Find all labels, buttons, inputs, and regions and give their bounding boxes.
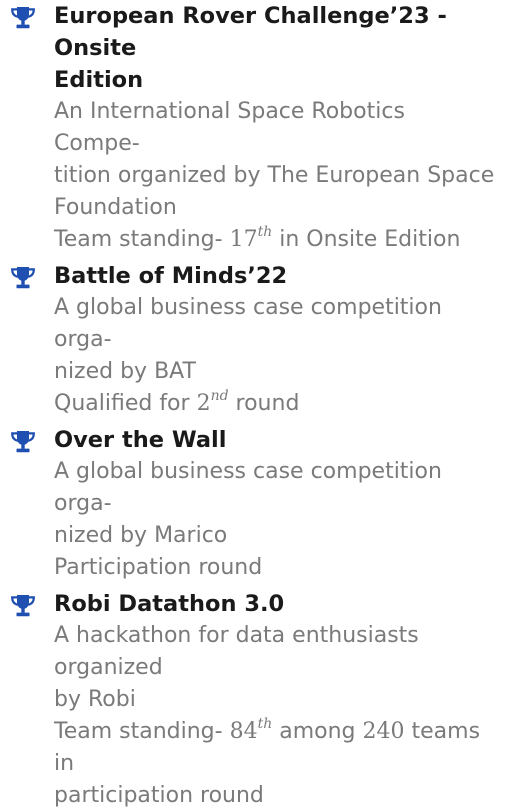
description-line: A hackathon for data enthusiasts organiz…: [54, 623, 419, 680]
trophy-icon: [11, 595, 35, 617]
result-suffix: in Onsite Edition: [272, 227, 461, 252]
description-line: A global business case competition orga-: [54, 295, 442, 352]
trophy-icon: [11, 267, 35, 289]
title-line: Edition: [54, 67, 144, 93]
competition-entry: European Rover Challenge’23 - Onsite Edi…: [0, 0, 506, 256]
description-line: tition organized by The European Space: [54, 163, 495, 188]
competition-entry: Over the Wall A global business case com…: [0, 424, 506, 584]
title-line: Battle of Minds’22: [54, 263, 288, 289]
round-suffix: nd: [210, 387, 229, 404]
description-line: by Robi: [54, 687, 136, 712]
title-line: Robi Datathon 3.0: [54, 591, 285, 617]
competition-entry: Battle of Minds’22 A global business cas…: [0, 260, 506, 420]
competition-description: A global business case competition orga-…: [54, 456, 496, 584]
competition-title: Battle of Minds’22: [54, 260, 496, 292]
round-number: 2nd: [196, 387, 229, 416]
result-line: Team standing- 17th in Onsite Edition: [54, 224, 496, 256]
rank-suffix: th: [257, 715, 273, 732]
title-line: Over the Wall: [54, 427, 227, 453]
description-line: nized by BAT: [54, 359, 196, 384]
result-suffix: round: [228, 391, 300, 416]
competition-entry: Robi Datathon 3.0 A hackathon for data e…: [0, 588, 506, 812]
competition-title: European Rover Challenge’23 - Onsite Edi…: [54, 0, 496, 96]
description-line: nized by Marico: [54, 523, 228, 548]
description-line: participation round: [54, 783, 264, 808]
title-line: European Rover Challenge’23 - Onsite: [54, 3, 447, 61]
result-line: Qualified for 2nd round: [54, 388, 496, 420]
result-line: Team standing- 84th among 240 teams in: [54, 716, 496, 780]
result-prefix: Qualified for: [54, 391, 197, 416]
result-prefix: Team standing-: [54, 719, 230, 744]
trophy-icon: [11, 431, 35, 453]
description-line: Foundation: [54, 195, 177, 220]
rank-number: 17th: [229, 223, 273, 252]
rank-suffix: th: [257, 223, 273, 240]
competition-title: Over the Wall: [54, 424, 496, 456]
result-middle: among: [272, 719, 363, 744]
competition-description: An International Space Robotics Compe- t…: [54, 96, 496, 256]
description-line: A global business case competition orga-: [54, 459, 442, 516]
team-count: 240: [362, 719, 405, 744]
result-prefix: Team standing-: [54, 227, 230, 252]
competition-list: European Rover Challenge’23 - Onsite Edi…: [0, 0, 506, 812]
competition-description: A hackathon for data enthusiasts organiz…: [54, 620, 496, 812]
description-line: Participation round: [54, 555, 263, 580]
competition-title: Robi Datathon 3.0: [54, 588, 496, 620]
competition-description: A global business case competition orga-…: [54, 292, 496, 420]
trophy-icon: [11, 7, 35, 29]
description-line: An International Space Robotics Compe-: [54, 99, 405, 156]
rank-number: 84th: [229, 715, 273, 744]
